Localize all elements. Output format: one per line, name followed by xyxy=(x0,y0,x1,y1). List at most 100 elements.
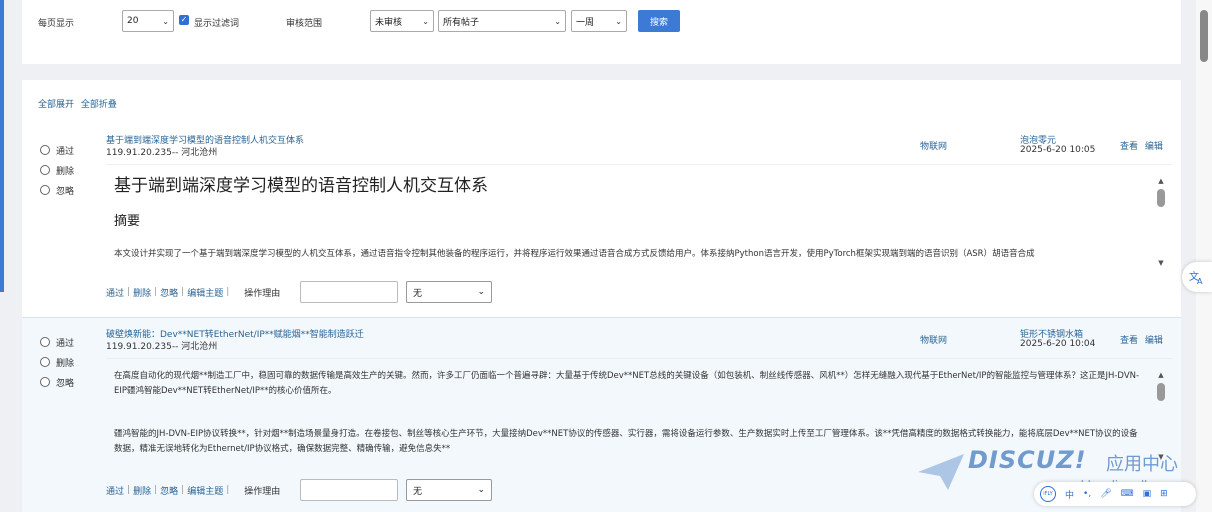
scroll-up-icon[interactable]: ▲ xyxy=(1156,177,1166,185)
ifly-zh[interactable]: 中 xyxy=(1065,488,1074,501)
per-page-value: 20 xyxy=(127,16,139,26)
radio-delete-label: 删除 xyxy=(56,358,75,369)
period-select[interactable]: 一周 ⌄ xyxy=(571,10,627,32)
ifly-toolbar[interactable]: iFLY 中 •, 🎤︎ ⌨ ▣ ⊞ xyxy=(1034,482,1196,506)
radio-icon[interactable] xyxy=(40,165,50,175)
post-actions: 查看 编辑 xyxy=(1120,333,1167,346)
op-separator: | xyxy=(154,485,158,495)
scroll-thumb[interactable] xyxy=(1157,189,1165,207)
operation-bar: 通过 | 删除 | 忽略 | 编辑主题 | 操作理由 无 ⌄ xyxy=(106,478,706,502)
op-edit-topic-link[interactable]: 编辑主题 xyxy=(187,286,223,299)
review-scope-label: 审核范围 xyxy=(286,19,323,29)
radio-delete[interactable]: 删除 xyxy=(40,160,74,180)
view-link[interactable]: 查看 xyxy=(1120,142,1138,152)
post-forum-link[interactable]: 物联网 xyxy=(920,139,947,152)
collapse-all-link[interactable]: 全部折叠 xyxy=(81,100,117,110)
op-reason-value: 无 xyxy=(413,288,423,299)
radio-pass[interactable]: 通过 xyxy=(40,140,74,160)
radio-ignore[interactable]: 忽略 xyxy=(40,180,74,200)
op-reason-input[interactable] xyxy=(300,479,398,501)
filter-panel: 每页显示 20 ⌄ ✓ 显示过滤词 审核范围 未审核 ⌄ 所有帖子 ⌄ 一周 ⌄… xyxy=(22,0,1181,64)
post-content-box[interactable]: 在高度自动化的现代烟**制造工厂中，稳固可靠的数据传输是高效生产的关键。然而，许… xyxy=(106,358,1172,470)
show-filtered-label: 显示过滤词 xyxy=(194,19,240,29)
radio-icon[interactable] xyxy=(40,357,50,367)
per-page-label: 每页显示 xyxy=(38,19,75,29)
grid-icon[interactable]: ⊞ xyxy=(1160,489,1168,499)
op-reason-select[interactable]: 无 ⌄ xyxy=(406,281,492,303)
page-scrollbar[interactable] xyxy=(1196,0,1212,512)
posts-value: 所有帖子 xyxy=(443,17,480,28)
expand-all-link[interactable]: 全部展开 xyxy=(38,100,74,110)
left-accent-bar xyxy=(0,0,4,292)
op-pass-link[interactable]: 通过 xyxy=(106,484,124,497)
post-content: 基于端到端深度学习模型的语音控制人机交互体系 摘要 本文设计并实现了一个基于端到… xyxy=(114,165,1144,259)
post-ip: 119.91.20.235-- 河北沧州 xyxy=(106,342,218,352)
radio-pass-label: 通过 xyxy=(56,146,75,157)
content-scrollbar[interactable]: ▲ ▼ xyxy=(1156,177,1166,267)
edit-link[interactable]: 编辑 xyxy=(1145,336,1163,346)
op-delete-link[interactable]: 删除 xyxy=(133,484,151,497)
translate-icon[interactable]: 文 A xyxy=(1182,262,1212,292)
keyboard-icon[interactable]: ⌨ xyxy=(1121,489,1134,499)
content-heading: 基于端到端深度学习模型的语音控制人机交互体系 xyxy=(114,176,488,196)
radio-icon[interactable] xyxy=(40,377,50,387)
radio-icon[interactable] xyxy=(40,337,50,347)
shirt-icon[interactable]: ▣ xyxy=(1143,489,1152,499)
moderation-radios: 通过 删除 忽略 xyxy=(40,332,74,392)
op-separator: | xyxy=(226,485,230,495)
filter-row: 每页显示 20 ⌄ ✓ 显示过滤词 审核范围 未审核 ⌄ 所有帖子 ⌄ 一周 ⌄… xyxy=(22,10,1181,32)
op-reason-input[interactable] xyxy=(300,281,398,303)
search-button[interactable]: 搜索 xyxy=(638,10,680,32)
op-edit-topic-link[interactable]: 编辑主题 xyxy=(187,484,223,497)
microphone-icon[interactable]: 🎤︎ xyxy=(1100,489,1111,499)
op-ignore-link[interactable]: 忽略 xyxy=(160,484,178,497)
translate-glyph: 文 A xyxy=(1189,270,1203,286)
op-pass-link[interactable]: 通过 xyxy=(106,286,124,299)
chevron-down-icon: ⌄ xyxy=(477,485,485,495)
period-value: 一周 xyxy=(576,17,595,28)
op-ignore-link[interactable]: 忽略 xyxy=(160,286,178,299)
post-content-box[interactable]: 基于端到端深度学习模型的语音控制人机交互体系 摘要 本文设计并实现了一个基于端到… xyxy=(106,164,1172,276)
chevron-down-icon: ⌄ xyxy=(477,287,485,297)
op-separator: | xyxy=(127,287,131,297)
posts-select[interactable]: 所有帖子 ⌄ xyxy=(438,10,566,32)
op-delete-link[interactable]: 删除 xyxy=(133,286,151,299)
content-scrollbar[interactable]: ▲ ▼ xyxy=(1156,371,1166,461)
page-scroll-thumb[interactable] xyxy=(1200,10,1208,62)
chevron-down-icon: ⌄ xyxy=(554,16,561,26)
view-link[interactable]: 查看 xyxy=(1120,336,1138,346)
radio-icon[interactable] xyxy=(40,185,50,195)
post-date: 2025-6-20 10:05 xyxy=(1020,145,1096,155)
post-actions: 查看 编辑 xyxy=(1120,139,1167,152)
op-separator: | xyxy=(154,287,158,297)
moderation-list-panel: 全部展开 全部折叠 通过 删除 忽略 基于端到端深度学习模型的语音控制人机交互体… xyxy=(22,80,1181,512)
radio-ignore-label: 忽略 xyxy=(56,186,75,197)
radio-delete-label: 删除 xyxy=(56,166,75,177)
radio-icon[interactable] xyxy=(40,145,50,155)
post-date: 2025-6-20 10:04 xyxy=(1020,339,1096,349)
per-page-select[interactable]: 20 ⌄ xyxy=(122,10,174,32)
op-reason-label: 操作理由 xyxy=(244,288,281,299)
scroll-thumb[interactable] xyxy=(1157,383,1165,401)
chevron-down-icon: ⌄ xyxy=(615,16,622,26)
radio-ignore-label: 忽略 xyxy=(56,378,75,389)
status-select[interactable]: 未审核 ⌄ xyxy=(370,10,434,32)
radio-ignore[interactable]: 忽略 xyxy=(40,372,74,392)
radio-pass[interactable]: 通过 xyxy=(40,332,74,352)
post-forum-link[interactable]: 物联网 xyxy=(920,333,947,346)
op-separator: | xyxy=(181,485,185,495)
show-filtered-checkbox[interactable]: ✓ xyxy=(179,15,189,25)
op-separator: | xyxy=(226,287,230,297)
moderation-radios: 通过 删除 忽略 xyxy=(40,140,74,200)
content-paragraph: 疆鸿智能的JH-DVN-EIP协议转换**，针对烟**制造场景量身打造。在卷接包… xyxy=(114,429,1138,454)
radio-delete[interactable]: 删除 xyxy=(40,352,74,372)
chevron-down-icon: ⌄ xyxy=(162,16,169,26)
content-paragraph: 本文设计并实现了一个基于端到端深度学习模型的人机交互体系，通过语音指令控制其他装… xyxy=(114,249,1035,259)
scroll-down-icon[interactable]: ▼ xyxy=(1156,453,1166,461)
ifly-logo-icon[interactable]: iFLY xyxy=(1040,486,1056,502)
scroll-up-icon[interactable]: ▲ xyxy=(1156,371,1166,379)
scroll-down-icon[interactable]: ▼ xyxy=(1156,259,1166,267)
punctuation-icon[interactable]: •, xyxy=(1083,489,1091,499)
op-reason-select[interactable]: 无 ⌄ xyxy=(406,479,492,501)
edit-link[interactable]: 编辑 xyxy=(1145,142,1163,152)
